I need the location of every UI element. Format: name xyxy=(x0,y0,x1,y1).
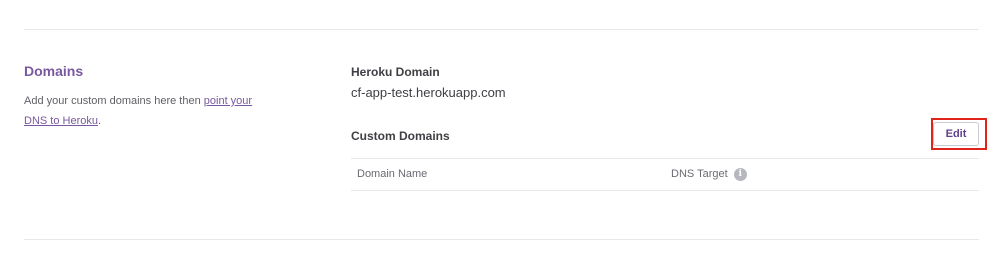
top-divider xyxy=(24,29,979,30)
bottom-divider xyxy=(24,239,979,240)
heroku-domain-label: Heroku Domain xyxy=(351,65,440,79)
domains-settings-panel: Heroku Domain cf-app-test.herokuapp.com … xyxy=(351,64,987,191)
column-header-dns-target: DNS Target i xyxy=(671,167,747,181)
description-suffix: . xyxy=(97,115,102,127)
custom-domains-label: Custom Domains xyxy=(351,129,450,143)
section-description: Add your custom domains here then point … xyxy=(24,91,264,131)
edit-button[interactable]: Edit xyxy=(933,122,979,146)
custom-domains-table: Domain Name DNS Target i xyxy=(351,158,979,191)
info-icon[interactable]: i xyxy=(733,167,747,181)
custom-domains-header: Custom Domains Edit xyxy=(351,118,987,150)
column-header-domain-name: Domain Name xyxy=(357,168,428,180)
dns-target-label: DNS Target xyxy=(671,168,728,180)
description-text: Add your custom domains here then xyxy=(24,95,204,107)
section-title: Domains xyxy=(24,63,84,79)
heroku-domain-value: cf-app-test.herokuapp.com xyxy=(351,85,506,100)
domains-section-info: Domains Add your custom domains here the… xyxy=(24,62,264,131)
